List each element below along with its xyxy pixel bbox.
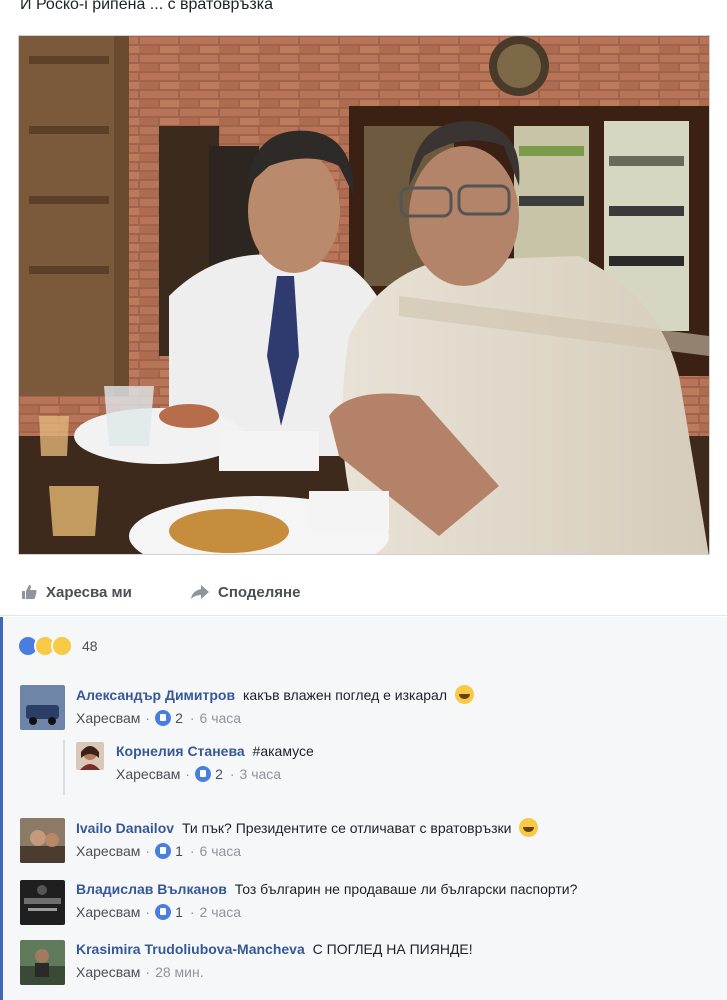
separator: ·: [229, 766, 235, 782]
comment-time[interactable]: 3 часа: [240, 766, 282, 782]
comment-like-count[interactable]: 2: [175, 710, 183, 726]
like-button-label: Харесва ми: [46, 583, 132, 601]
reactions-summary[interactable]: 48: [17, 635, 98, 657]
comment-author[interactable]: Владислав Вълканов: [76, 881, 227, 897]
comment-author[interactable]: Ivailo Danailov: [76, 820, 174, 836]
avatar[interactable]: [20, 880, 65, 925]
separator: ·: [145, 843, 151, 859]
comment-time[interactable]: 28 мин.: [155, 964, 204, 980]
separator: ·: [145, 710, 151, 726]
comment-text: какъв влажен поглед е изкарал: [242, 687, 447, 703]
share-button[interactable]: Споделяне: [190, 583, 300, 601]
comment-like-count[interactable]: 1: [175, 843, 183, 859]
separator: ·: [189, 710, 195, 726]
comment-like-link[interactable]: Харесвам: [76, 964, 140, 980]
like-count-icon: [155, 904, 172, 920]
smile-emoji-icon: [519, 818, 539, 837]
separator: ·: [145, 964, 151, 980]
comment-item: Владислав Вълканов Тоз българин не прода…: [20, 880, 577, 925]
separator: ·: [189, 843, 195, 859]
comment-text: Тоз българин не продаваше ли български п…: [234, 881, 578, 897]
avatar[interactable]: [20, 818, 65, 863]
comment-like-count[interactable]: 2: [215, 766, 223, 782]
comment-item: Ivailo Danailov Ти пък? Президентите се …: [20, 818, 539, 863]
comment-text: #акамусе: [252, 743, 314, 759]
reply-thread-line: [63, 740, 65, 795]
comment-like-link[interactable]: Харесвам: [76, 710, 140, 726]
comment-time[interactable]: 6 часа: [200, 843, 242, 859]
wow-reaction-icon: [51, 635, 73, 657]
separator: ·: [189, 904, 195, 920]
comment-item: Krasimira Trudoliubova-Mancheva С ПОГЛЕД…: [20, 940, 473, 985]
share-icon: [191, 585, 209, 599]
comment-text: С ПОГЛЕД НА ПИЯНДЕ!: [312, 941, 473, 957]
comment-like-link[interactable]: Харесвам: [76, 904, 140, 920]
comment-reply: Корнелия Станева #акамусе Харесвам · 2 ·…: [76, 742, 314, 782]
like-count-icon: [195, 766, 212, 782]
comment-author[interactable]: Krasimira Trudoliubova-Mancheva: [76, 941, 305, 957]
like-button[interactable]: Харесва ми: [20, 583, 132, 601]
avatar[interactable]: [20, 685, 65, 730]
comment-author[interactable]: Александър Димитров: [76, 687, 235, 703]
comment-like-count[interactable]: 1: [175, 904, 183, 920]
comment-like-link[interactable]: Харесвам: [116, 766, 180, 782]
separator: ·: [145, 904, 151, 920]
separator: ·: [185, 766, 191, 782]
share-button-label: Споделяне: [218, 583, 301, 601]
restaurant-photo: [19, 36, 709, 554]
comment-time[interactable]: 2 часа: [200, 904, 242, 920]
post-caption: И Роско-і рипена ... с вратовръзка: [20, 0, 273, 13]
avatar[interactable]: [20, 940, 65, 985]
post-actions-bar: Харесва ми Споделяне: [0, 570, 727, 616]
comment-author[interactable]: Корнелия Станева: [116, 743, 245, 759]
comment-time[interactable]: 6 часа: [200, 710, 242, 726]
avatar[interactable]: [76, 742, 104, 770]
smile-emoji-icon: [454, 685, 474, 704]
comment-item: Александър Димитров какъв влажен поглед …: [20, 685, 474, 730]
comment-like-link[interactable]: Харесвам: [76, 843, 140, 859]
like-count-icon: [155, 843, 172, 859]
post-photo[interactable]: [18, 35, 710, 555]
comment-text: Ти пък? Президентите се отличават с врат…: [181, 820, 512, 836]
reaction-count: 48: [82, 638, 98, 654]
thumbs-up-icon: [22, 585, 37, 599]
like-count-icon: [155, 710, 172, 726]
